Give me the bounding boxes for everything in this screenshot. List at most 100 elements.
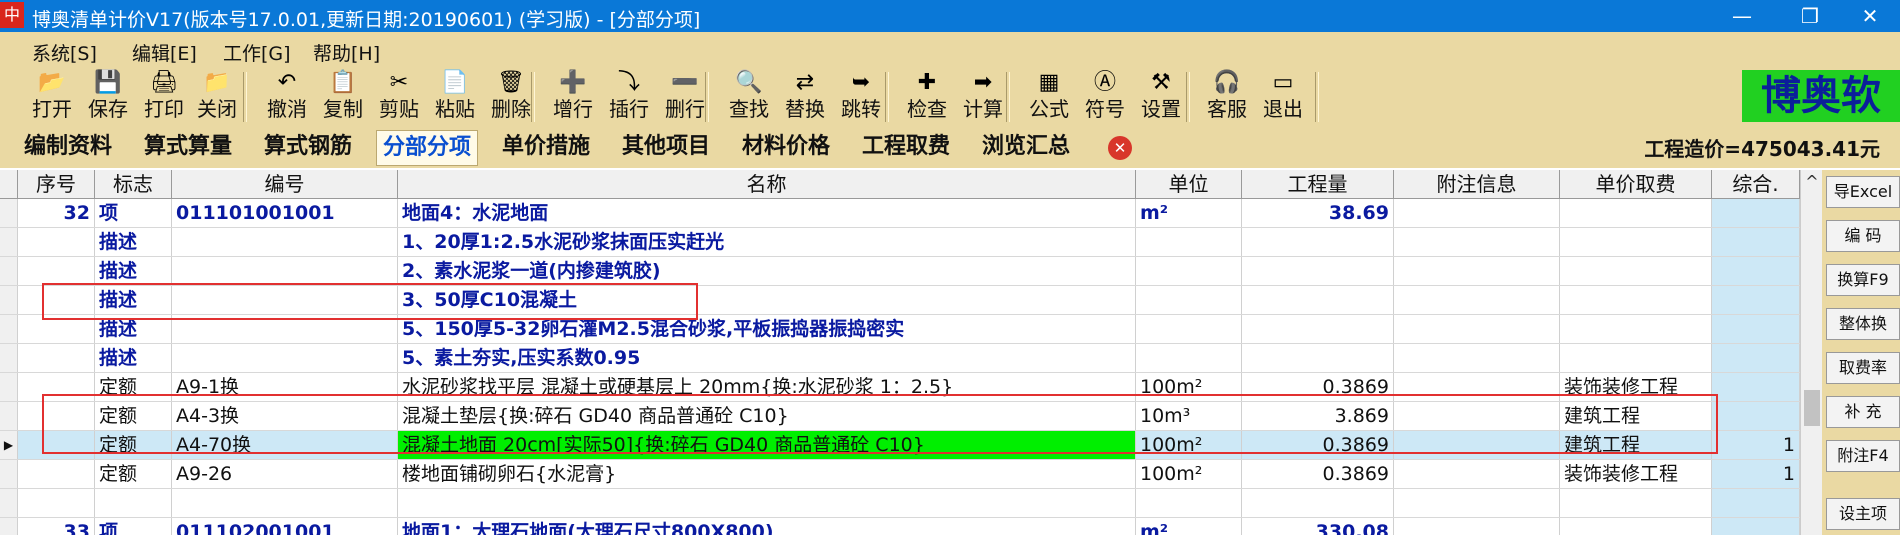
header-quantity[interactable]: 工程量 (1242, 170, 1394, 198)
cell-composite[interactable] (1712, 373, 1800, 401)
cell-flag[interactable]: 定额 (95, 460, 172, 488)
cell-code[interactable]: A9-26 (172, 460, 398, 488)
cell-fee[interactable] (1560, 286, 1712, 314)
tab-compile-data[interactable]: 编制资料 (18, 130, 118, 164)
header-flag[interactable]: 标志 (95, 170, 172, 198)
cell-unit[interactable]: m² (1136, 518, 1242, 535)
find-tool-button[interactable]: 🔍 查找 (722, 68, 776, 124)
table-row[interactable]: 描述 5、素土夯实,压实系数0.95 (0, 344, 1800, 373)
cell-name[interactable]: 2、素水泥浆一道(内掺建筑胶) (398, 257, 1136, 285)
cell-note[interactable] (1394, 518, 1560, 535)
cell-fee[interactable] (1560, 518, 1712, 535)
close-window-button[interactable]: ✕ (1840, 0, 1900, 32)
conversion-button[interactable]: 换算F9 (1826, 264, 1900, 296)
table-row[interactable]: 32 项 011101001001 地面4：水泥地面 m² 38.69 (0, 199, 1800, 228)
cell-seq[interactable]: 32 (18, 199, 95, 227)
cut-tool-button[interactable]: ✂ 剪贴 (372, 68, 426, 124)
cell-composite[interactable]: 1 (1712, 431, 1800, 459)
cell-composite[interactable] (1712, 199, 1800, 227)
scroll-thumb[interactable] (1804, 390, 1820, 426)
headset-tool-button[interactable]: 🎧 客服 (1200, 68, 1254, 124)
delete-tool-button[interactable]: 🗑 删除 (484, 68, 538, 124)
tab-other-items[interactable]: 其他项目 (616, 130, 716, 164)
code-button[interactable]: 编 码 (1826, 220, 1900, 252)
tab-unit-price-measures[interactable]: 单价措施 (496, 130, 596, 164)
cell-unit[interactable] (1136, 344, 1242, 372)
menu-edit[interactable]: 编辑[E] (132, 39, 197, 66)
cell-note[interactable] (1394, 315, 1560, 343)
copy-tool-button[interactable]: 📋 复制 (316, 68, 370, 124)
cell-flag[interactable]: 描述 (95, 344, 172, 372)
cell-quantity[interactable] (1242, 344, 1394, 372)
replace-tool-button[interactable]: ⇄ 替换 (778, 68, 832, 124)
cell-seq[interactable] (18, 228, 95, 256)
cell-fee[interactable] (1560, 199, 1712, 227)
cell-unit[interactable] (1136, 286, 1242, 314)
tab-formula-rebar[interactable]: 算式钢筋 (258, 130, 358, 164)
tab-browse-summary[interactable]: 浏览汇总 (976, 130, 1076, 164)
table-row[interactable]: 定额 A9-26 楼地面铺砌卵石{水泥膏} 100m² 0.3869 装饰装修工程 1 (0, 460, 1800, 489)
check-tool-button[interactable]: ✚ 检查 (900, 68, 954, 124)
menu-work[interactable]: 工作[G] (223, 39, 291, 66)
note-button[interactable]: 附注F4 (1826, 440, 1900, 472)
scroll-up-icon[interactable]: ^ (1801, 172, 1823, 194)
tab-sub-items[interactable]: 分部分项 (376, 130, 479, 166)
fee-rate-button[interactable]: 取费率 (1826, 352, 1900, 384)
cell-unit[interactable]: 100m² (1136, 460, 1242, 488)
table-row[interactable]: 描述 2、素水泥浆一道(内掺建筑胶) (0, 257, 1800, 286)
formula-tool-button[interactable]: ▦ 公式 (1022, 68, 1076, 124)
set-main-item-button[interactable]: 设主项 (1826, 498, 1900, 530)
cell-name[interactable]: 5、素土夯实,压实系数0.95 (398, 344, 1136, 372)
cell-quantity[interactable] (1242, 489, 1394, 517)
cell-composite[interactable] (1712, 315, 1800, 343)
cell-name[interactable]: 地面4：水泥地面 (398, 199, 1136, 227)
cell-quantity[interactable]: 38.69 (1242, 199, 1394, 227)
cell-seq[interactable] (18, 344, 95, 372)
insert-row-tool-button[interactable]: ➕ 增行 (546, 68, 600, 124)
cell-note[interactable] (1394, 199, 1560, 227)
cell-composite[interactable] (1712, 489, 1800, 517)
cell-flag[interactable]: 描述 (95, 257, 172, 285)
cell-seq[interactable]: 33 (18, 518, 95, 535)
cell-code[interactable] (172, 257, 398, 285)
cell-code[interactable]: 011102001001 (172, 518, 398, 535)
cell-code[interactable] (172, 228, 398, 256)
header-seq[interactable]: 序号 (18, 170, 95, 198)
whole-replace-button[interactable]: 整体换 (1826, 308, 1900, 340)
cell-unit[interactable]: m² (1136, 199, 1242, 227)
cell-fee[interactable] (1560, 489, 1712, 517)
header-composite[interactable]: 综合. (1712, 170, 1800, 198)
cell-unit[interactable] (1136, 489, 1242, 517)
cell-note[interactable] (1394, 257, 1560, 285)
cell-fee[interactable] (1560, 315, 1712, 343)
cell-note[interactable] (1394, 344, 1560, 372)
app-icon[interactable]: 中 (0, 2, 24, 28)
cell-fee[interactable] (1560, 257, 1712, 285)
header-unit[interactable]: 单位 (1136, 170, 1242, 198)
cell-quantity[interactable] (1242, 315, 1394, 343)
cell-unit[interactable] (1136, 228, 1242, 256)
cell-name[interactable] (398, 489, 1136, 517)
vertical-scrollbar[interactable]: ^ (1800, 170, 1823, 535)
cell-code[interactable] (172, 489, 398, 517)
header-note[interactable]: 附注信息 (1394, 170, 1560, 198)
cell-flag[interactable] (95, 489, 172, 517)
cell-code[interactable] (172, 344, 398, 372)
cell-unit[interactable] (1136, 315, 1242, 343)
exit-tool-button[interactable]: ▭ 退出 (1256, 68, 1310, 124)
cell-code[interactable]: 011101001001 (172, 199, 398, 227)
close-tab-icon[interactable]: ✕ (1108, 136, 1132, 160)
supplement-button[interactable]: 补 充 (1826, 396, 1900, 428)
cell-composite[interactable] (1712, 344, 1800, 372)
header-name[interactable]: 名称 (398, 170, 1136, 198)
cell-flag[interactable]: 项 (95, 199, 172, 227)
cell-note[interactable] (1394, 460, 1560, 488)
header-code[interactable]: 编号 (172, 170, 398, 198)
cell-seq[interactable] (18, 460, 95, 488)
cell-quantity[interactable]: 330.08 (1242, 518, 1394, 535)
calculate-tool-button[interactable]: ➡ 计算 (956, 68, 1010, 124)
cell-fee[interactable]: 装饰装修工程 (1560, 460, 1712, 488)
cell-quantity[interactable]: 0.3869 (1242, 460, 1394, 488)
close-folder-tool-button[interactable]: 📁 关闭 (190, 68, 244, 124)
minimize-button[interactable]: — (1712, 0, 1772, 32)
